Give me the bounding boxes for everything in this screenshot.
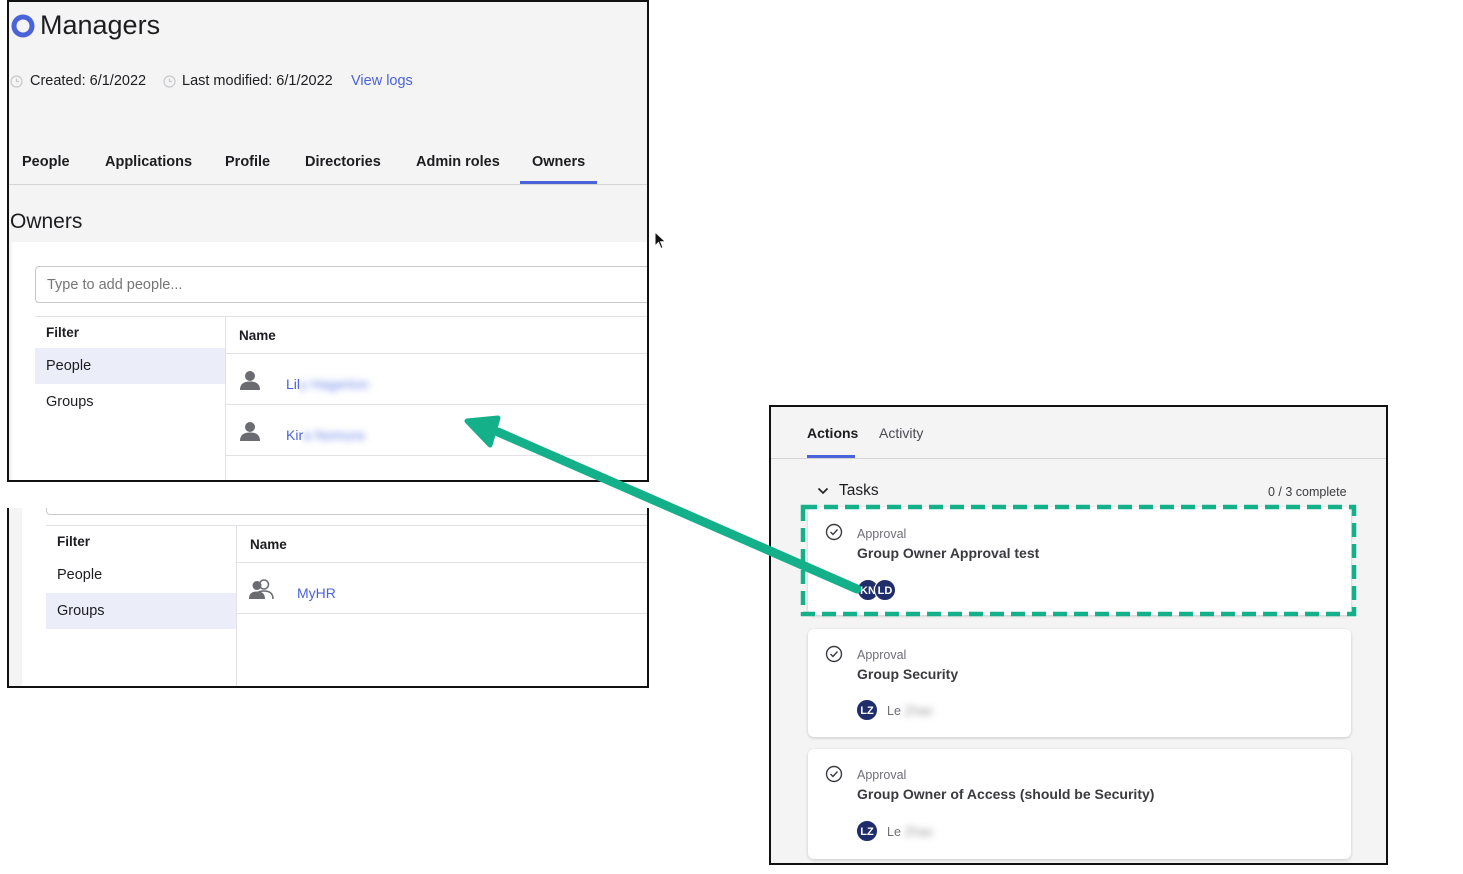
annotation-overlay [464,415,1357,617]
highlight-box [800,504,1357,617]
annotation-arrow-head [464,415,501,448]
